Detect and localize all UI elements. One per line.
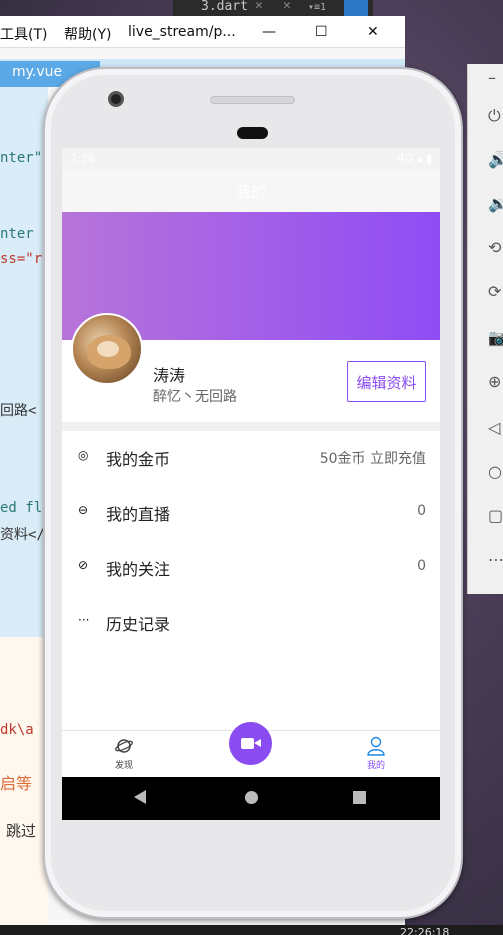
minimize-icon[interactable]: — [262, 24, 276, 40]
menu-bar: 工具(T) 帮助(Y) live_stream/p... — ☐ ✕ [0, 16, 405, 48]
close-icon[interactable]: ✕ [283, 0, 291, 13]
more-icon[interactable]: ⋯ [488, 550, 503, 569]
home-icon[interactable] [245, 791, 258, 804]
camera-icon[interactable]: 📷 [488, 328, 503, 347]
video-camera-lens [254, 739, 261, 747]
terminal-line: 启等 [0, 774, 33, 793]
menu-item-label: 我的关注 [106, 560, 171, 579]
menu-list: ◎ 我的金币 50金币 立即充值 ⊖ 我的直播 0 ⊘ 我的关注 0 ··· 历… [62, 431, 440, 731]
zoom-icon[interactable]: ⊕ [488, 372, 501, 391]
live-icon: ⊖ [78, 503, 89, 517]
taskbar-clock: 22:26:18 [400, 926, 450, 935]
menu-item-value: 0 [417, 558, 426, 574]
rotate-left-icon[interactable]: ⟲ [488, 238, 501, 257]
volume-up-icon[interactable]: 🔊 [488, 150, 503, 169]
menu-item-label: 历史记录 [106, 615, 171, 634]
ide-tab-label[interactable]: 3.dart [201, 0, 248, 14]
video-camera-icon [241, 738, 254, 749]
user-signature: 醉忆丶无回路 [153, 389, 237, 405]
status-icons: 4G ▴ ▮ [397, 152, 432, 165]
avatar[interactable] [71, 313, 143, 385]
coin-icon: ◎ [78, 448, 89, 462]
emulator-toolbar: – ⏻ 🔊 🔉 ⟲ ⟳ 📷 ⊕ ◁ ○ ▢ ⋯ [467, 64, 503, 594]
planet-icon [115, 739, 133, 753]
tab-overflow-icon[interactable]: ▾≡1 [308, 2, 326, 13]
speaker-grille [210, 96, 295, 104]
power-icon[interactable]: ⏻ [488, 106, 501, 126]
menu-item-coins[interactable]: ◎ 我的金币 50金币 立即充值 [62, 431, 440, 486]
menu-item-label: 我的金币 [106, 450, 171, 469]
tab-label: 我的 [366, 761, 385, 771]
overview-icon[interactable]: ▢ [488, 506, 503, 525]
menu-item-tools[interactable]: 工具(T) [0, 24, 47, 44]
recent-apps-icon[interactable] [353, 791, 366, 804]
kitten-face [97, 341, 119, 357]
page-title: 我的 [62, 170, 440, 212]
volume-down-icon[interactable]: 🔉 [488, 194, 503, 213]
status-time: 2:36 [70, 152, 95, 165]
user-name: 涛涛 [153, 366, 186, 385]
terminal-line: dk\a [0, 722, 34, 738]
phone-screen: 2:36 4G ▴ ▮ 我的 涛涛 醉忆丶无回路 编辑资料 ◎ 我的金币 50金… [62, 148, 440, 820]
menu-item-label: 我的直播 [106, 505, 171, 524]
close-icon[interactable]: ✕ [367, 24, 379, 40]
home-icon[interactable]: ○ [488, 462, 502, 481]
code-line: nter [0, 226, 34, 242]
back-icon[interactable] [134, 790, 146, 804]
code-line: 资料</ [0, 527, 45, 543]
start-live-button[interactable] [229, 722, 272, 765]
rotate-right-icon[interactable]: ⟳ [488, 282, 501, 301]
tab-discover[interactable]: 发现 [99, 736, 149, 771]
edit-profile-button[interactable]: 编辑资料 [347, 361, 426, 402]
close-icon[interactable]: ✕ [255, 0, 263, 13]
minimize-icon[interactable]: – [488, 68, 496, 87]
maximize-icon[interactable]: ☐ [315, 24, 328, 40]
window-title: live_stream/p... [128, 24, 236, 40]
menu-item-value: 0 [417, 503, 426, 519]
follow-icon: ⊘ [78, 558, 89, 572]
tab-label: 发现 [114, 761, 133, 771]
menu-item-help[interactable]: 帮助(Y) [64, 24, 111, 44]
android-nav-bar [62, 777, 440, 820]
menu-item-value[interactable]: 50金币 立即充值 [320, 448, 426, 468]
menu-item-live[interactable]: ⊖ 我的直播 0 [62, 486, 440, 541]
menu-item-follow[interactable]: ⊘ 我的关注 0 [62, 541, 440, 596]
tab-mine[interactable]: 我的 [351, 736, 401, 771]
section-divider [62, 422, 440, 431]
menu-item-history[interactable]: ··· 历史记录 [62, 596, 440, 651]
back-icon[interactable]: ◁ [488, 418, 500, 437]
code-line: nter" [0, 150, 43, 166]
front-camera [108, 91, 124, 107]
earpiece [237, 127, 268, 139]
code-line: 回路< [0, 403, 37, 419]
code-line: ss="r [0, 251, 43, 267]
code-gutter [0, 87, 48, 637]
code-line: ed fl [0, 500, 43, 516]
terminal-line: 跳过 [6, 822, 37, 840]
status-bar: 2:36 4G ▴ ▮ [62, 148, 440, 170]
user-icon [367, 736, 385, 756]
history-icon: ··· [78, 613, 90, 627]
